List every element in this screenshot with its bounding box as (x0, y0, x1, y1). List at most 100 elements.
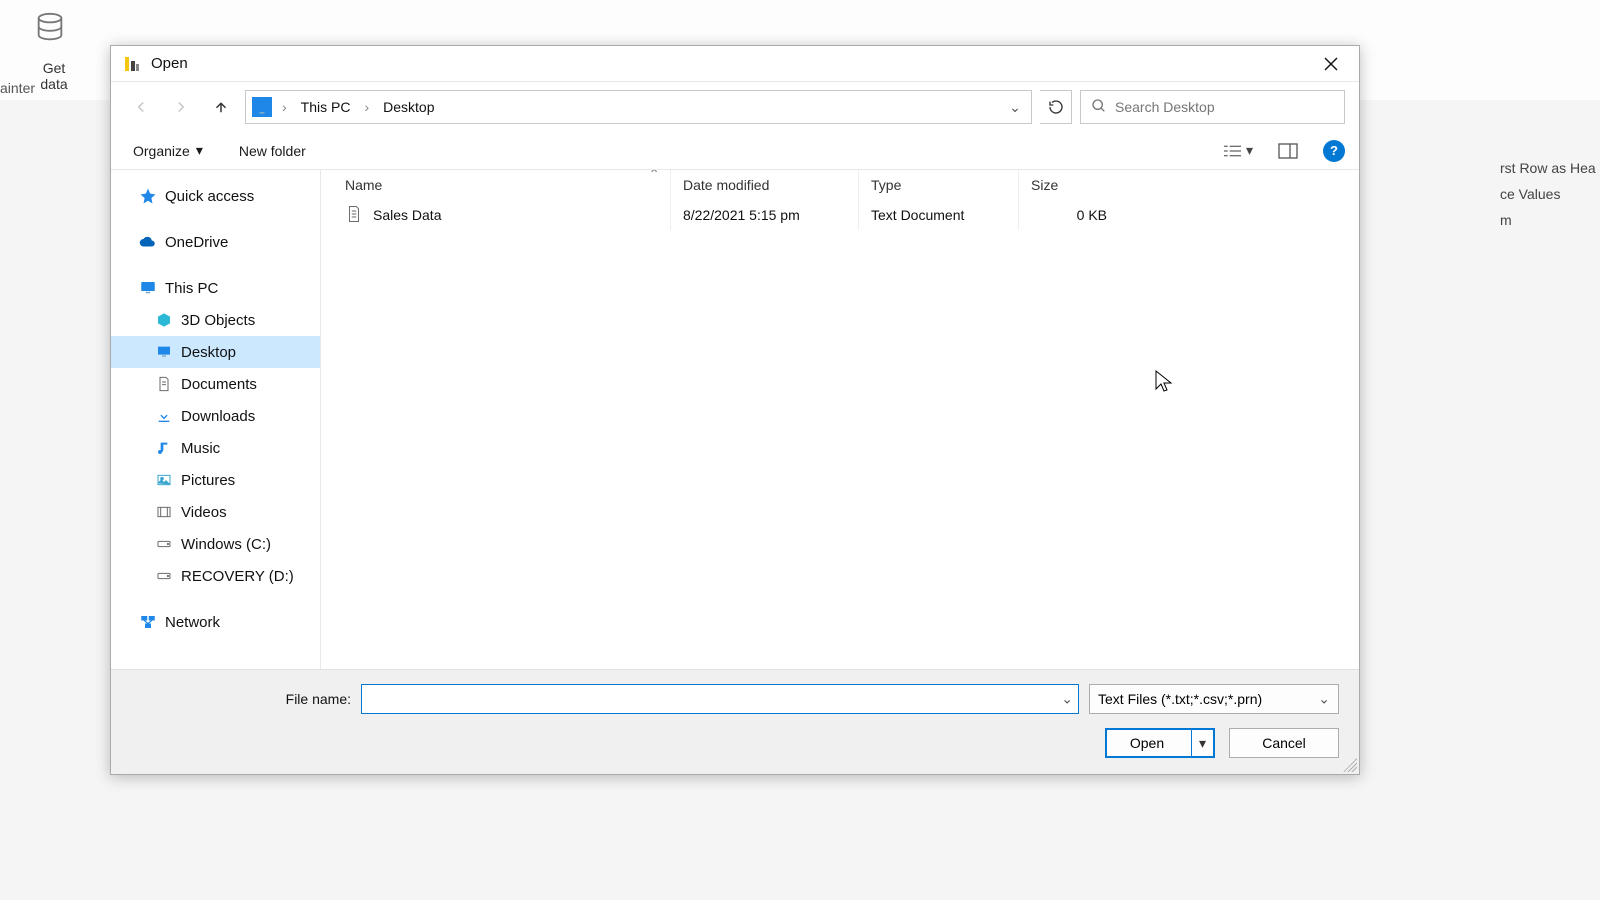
file-size: 0 KB (1077, 207, 1107, 223)
sort-indicator-icon: ⌃ (648, 170, 660, 183)
titlebar: Open (111, 46, 1359, 82)
download-icon (155, 407, 173, 425)
organize-button[interactable]: Organize ▾ (125, 138, 211, 163)
breadcrumb-this-pc[interactable]: This PC (297, 97, 355, 117)
tree-drive-d[interactable]: RECOVERY (D:) (111, 560, 320, 592)
resize-grip[interactable] (1343, 758, 1357, 772)
tree-videos[interactable]: Videos (111, 496, 320, 528)
monitor-icon (252, 97, 272, 117)
filetype-select[interactable]: Text Files (*.txt;*.csv;*.prn) ⌄ (1089, 684, 1339, 714)
col-header-size[interactable]: Size (1019, 170, 1119, 200)
tree-label: Quick access (165, 188, 254, 205)
text-file-icon (345, 205, 365, 225)
bg-text-painter: ainter (0, 80, 35, 96)
tree-label: RECOVERY (D:) (181, 568, 294, 585)
chevron-down-icon: ⌄ (1318, 691, 1330, 708)
search-input[interactable] (1115, 99, 1334, 115)
file-name: Sales Data (373, 207, 441, 223)
tree-label: Desktop (181, 344, 236, 361)
help-button[interactable]: ? (1323, 140, 1345, 162)
open-label: Open (1130, 735, 1164, 751)
videos-icon (155, 503, 173, 521)
pictures-icon (155, 471, 173, 489)
tree-label: Documents (181, 376, 257, 393)
col-label: Size (1031, 177, 1058, 193)
col-label: Type (871, 177, 901, 193)
search-icon (1091, 98, 1107, 117)
tree-label: This PC (165, 280, 218, 297)
tree-label: Videos (181, 504, 227, 521)
monitor-icon (155, 343, 173, 361)
tree-quick-access[interactable]: Quick access (111, 180, 320, 212)
tree-music[interactable]: Music (111, 432, 320, 464)
tree-onedrive[interactable]: OneDrive (111, 226, 320, 258)
tree-label: Windows (C:) (181, 536, 271, 553)
caret-down-icon: ▾ (1246, 142, 1253, 159)
tree-3d-objects[interactable]: 3D Objects (111, 304, 320, 336)
search-box[interactable] (1080, 90, 1345, 124)
tree-this-pc[interactable]: This PC (111, 272, 320, 304)
network-icon (139, 613, 157, 631)
file-date: 8/22/2021 5:15 pm (683, 207, 800, 223)
tree-drive-c[interactable]: Windows (C:) (111, 528, 320, 560)
monitor-icon (139, 279, 157, 297)
view-options-button[interactable]: ▾ (1223, 137, 1253, 165)
col-header-type[interactable]: Type (859, 170, 1019, 200)
nav-forward-button[interactable] (165, 91, 197, 123)
cancel-label: Cancel (1262, 735, 1306, 751)
close-button[interactable] (1309, 49, 1353, 79)
bg-right-panel-text: rst Row as Hea ce Values m (1500, 160, 1600, 238)
caret-down-icon: ▾ (196, 142, 203, 159)
table-row[interactable]: Sales Data 8/22/2021 5:15 pm Text Docume… (321, 200, 1359, 230)
file-list: Name ⌃ Date modified Type Size (321, 170, 1359, 669)
filename-input[interactable] (361, 684, 1079, 714)
nav-up-button[interactable] (205, 91, 237, 123)
file-type: Text Document (871, 207, 964, 223)
col-label: Date modified (683, 177, 769, 193)
star-icon (139, 187, 157, 205)
tree-label: Downloads (181, 408, 255, 425)
nav-back-button[interactable] (125, 91, 157, 123)
tree-label: 3D Objects (181, 312, 255, 329)
tree-label: Music (181, 440, 220, 457)
drive-icon (155, 535, 173, 553)
list-header: Name ⌃ Date modified Type Size (321, 170, 1359, 200)
bottom-panel: File name: ⌄ Text Files (*.txt;*.csv;*.p… (111, 669, 1359, 774)
document-icon (155, 375, 173, 393)
col-header-date[interactable]: Date modified (671, 170, 859, 200)
col-header-name[interactable]: Name ⌃ (321, 170, 671, 200)
chevron-right-icon: › (278, 99, 291, 115)
tree-desktop[interactable]: Desktop (111, 336, 320, 368)
new-folder-button[interactable]: New folder (231, 139, 314, 163)
preview-pane-button[interactable] (1273, 137, 1303, 165)
main-area: Quick access OneDrive This PC 3D (111, 170, 1359, 669)
tree-downloads[interactable]: Downloads (111, 400, 320, 432)
cube-icon (155, 311, 173, 329)
drive-icon (155, 567, 173, 585)
cancel-button[interactable]: Cancel (1229, 728, 1339, 758)
organize-label: Organize (133, 143, 190, 159)
breadcrumb-desktop[interactable]: Desktop (379, 97, 438, 117)
open-file-dialog: Open › This PC › Desktop ⌄ (110, 45, 1360, 775)
cloud-icon (139, 233, 157, 251)
filename-label: File name: (131, 691, 351, 707)
nav-tree: Quick access OneDrive This PC 3D (111, 170, 321, 669)
tree-documents[interactable]: Documents (111, 368, 320, 400)
chevron-down-icon[interactable]: ⌄ (1005, 99, 1025, 116)
refresh-button[interactable] (1040, 90, 1072, 124)
tree-pictures[interactable]: Pictures (111, 464, 320, 496)
address-row: › This PC › Desktop ⌄ (111, 82, 1359, 132)
col-label: Name (345, 177, 382, 193)
open-split-arrow[interactable]: ▾ (1191, 730, 1213, 756)
new-folder-label: New folder (239, 143, 306, 159)
chevron-right-icon: › (360, 99, 373, 115)
tree-label: OneDrive (165, 234, 228, 251)
address-bar[interactable]: › This PC › Desktop ⌄ (245, 90, 1032, 124)
toolbar: Organize ▾ New folder ▾ ? (111, 132, 1359, 170)
filetype-value: Text Files (*.txt;*.csv;*.prn) (1098, 691, 1262, 707)
open-button[interactable]: Open ▾ (1105, 728, 1215, 758)
tree-label: Network (165, 614, 220, 631)
dialog-title: Open (151, 55, 1309, 72)
app-icon (123, 55, 141, 73)
tree-network[interactable]: Network (111, 606, 320, 638)
